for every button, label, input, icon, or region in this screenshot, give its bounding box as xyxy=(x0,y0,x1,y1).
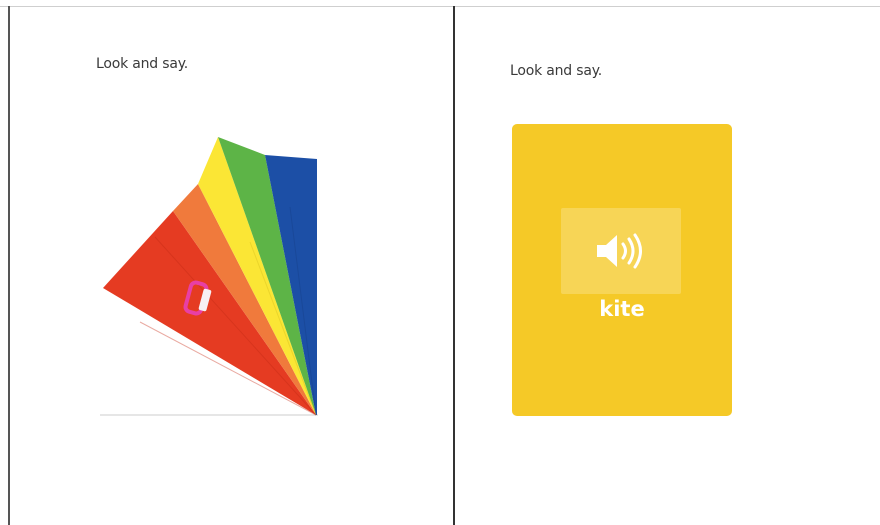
play-audio-button[interactable] xyxy=(561,208,681,294)
instruction-text: Look and say. xyxy=(510,63,603,79)
speaker-icon xyxy=(597,233,642,269)
left-panel: Look and say. xyxy=(10,7,453,525)
kite-image xyxy=(100,127,330,422)
worksheet-window: Look and say. Look and say. kite xyxy=(0,0,880,525)
instruction-text: Look and say. xyxy=(96,56,189,72)
word-label: kite xyxy=(599,297,645,321)
right-panel: Look and say. kite xyxy=(455,7,880,525)
word-card[interactable]: kite xyxy=(512,124,732,416)
